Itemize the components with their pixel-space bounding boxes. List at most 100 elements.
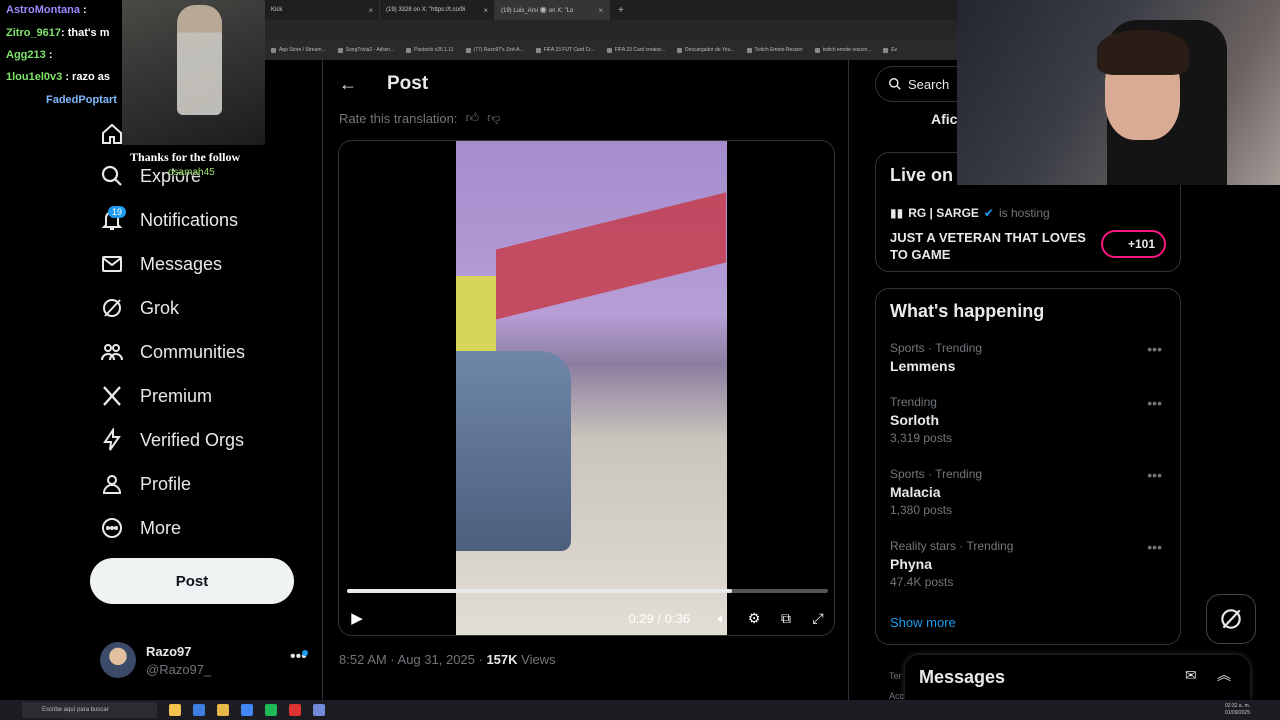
taskbar-spotify-icon[interactable]: [265, 704, 277, 716]
bookmark[interactable]: Pastools v25.1.11: [406, 47, 453, 53]
person-icon: [102, 475, 122, 494]
close-tab-icon[interactable]: ×: [598, 6, 603, 15]
close-tab-icon[interactable]: ×: [368, 6, 373, 15]
search-icon: [101, 165, 122, 186]
messages-drawer[interactable]: Messages ✉ ︽: [905, 655, 1250, 700]
whats-happening-title: What's happening: [890, 301, 1045, 321]
back-arrow-icon[interactable]: ←: [339, 74, 357, 95]
trend-item[interactable]: Sports · Trending Malacia 1,380 posts ••…: [890, 467, 1170, 517]
thumbs-up-icon[interactable]: 👍︎: [466, 110, 480, 126]
fullscreen-icon[interactable]: ⤢: [808, 608, 828, 628]
bookmarks-bar: App Store / Stream... SongTrivia2 - Adiv…: [265, 40, 960, 60]
bookmark[interactable]: (77) Razo97's Zed-A...: [466, 47, 524, 53]
chat-message: FadedPoptart: [46, 94, 117, 106]
nav-messages[interactable]: Messages: [100, 248, 222, 280]
windows-taskbar: Escribe aquí para buscar 02:32 a. m. 01/0…: [0, 700, 1280, 720]
trend-item[interactable]: Sports · Trending Lemmens •••: [890, 341, 1170, 374]
browser-tab-x-3328[interactable]: (19) 3328 on X: "https://t.co/9i ×: [380, 0, 495, 20]
nav-communities[interactable]: Communities: [100, 336, 245, 368]
video-controls: ▶ 0:29 / 0:36 🔈︎ ⚙ ⧉ ⤢: [347, 607, 828, 629]
page-title: Post: [387, 73, 429, 94]
x-logo-icon: [103, 386, 121, 406]
nav-verified-orgs[interactable]: Verified Orgs: [100, 424, 244, 456]
taskbar-clock[interactable]: 02:32 a. m. 01/09/2025: [1225, 703, 1250, 717]
bookmark[interactable]: FIFA 23 FUT Card Cr...: [536, 47, 595, 53]
more-dots-icon[interactable]: •••: [1147, 539, 1162, 555]
bookmark[interactable]: FIFA 23 Card creator...: [607, 47, 665, 53]
post-meta: 8:52 AM · Aug 31, 2025 · 157K Views: [339, 652, 556, 667]
grok-float-button[interactable]: [1206, 594, 1256, 644]
video-progress-bar[interactable]: [347, 589, 828, 593]
mail-icon: [102, 256, 122, 272]
compose-message-icon[interactable]: ✉: [1185, 667, 1197, 684]
video-progress-fill: [347, 589, 732, 593]
taskbar-folder-icon[interactable]: [217, 704, 229, 716]
trend-item[interactable]: Trending Sorloth 3,319 posts •••: [890, 395, 1170, 445]
nav-premium[interactable]: Premium: [100, 380, 212, 412]
video-player[interactable]: ▶ 0:29 / 0:36 🔈︎ ⚙ ⧉ ⤢: [338, 140, 835, 636]
taskbar-discord-icon[interactable]: [313, 704, 325, 716]
account-handle: @Razo97_: [146, 662, 212, 677]
trend-item[interactable]: Reality stars · Trending Phyna 47.4K pos…: [890, 539, 1170, 589]
browser-tab-kick[interactable]: Kick ×: [265, 0, 380, 20]
chat-message: 1lou1el0v3 : razo as: [6, 71, 110, 83]
taskbar-app-icon[interactable]: [169, 704, 181, 716]
bookmark[interactable]: SongTrivia2 - Adivin...: [338, 47, 394, 53]
grok-icon: [1221, 609, 1241, 629]
nav-home[interactable]: [100, 118, 124, 150]
address-bar[interactable]: [265, 20, 960, 40]
avatar: [100, 642, 136, 678]
live-listeners-pill[interactable]: +101: [1101, 230, 1166, 258]
live-description[interactable]: JUST A VETERAN THAT LOVES TO GAME: [890, 229, 1090, 263]
follow-alert: Thanks for the follow: [130, 150, 241, 164]
play-icon[interactable]: ▶: [347, 608, 367, 628]
thumbs-down-icon[interactable]: 👎︎: [487, 110, 500, 126]
bookmark[interactable]: Ez: [883, 47, 897, 53]
taskbar-edge-icon[interactable]: [193, 704, 205, 716]
close-tab-icon[interactable]: ×: [483, 6, 488, 15]
show-more-link[interactable]: Show more: [890, 615, 956, 630]
browser-tab-x-luis[interactable]: (19) Luis_Arsi 🔘 on X: "Lo ×: [495, 0, 610, 20]
chat-message: Agg213 :: [6, 49, 53, 61]
webcam-overlay: [957, 0, 1280, 185]
soundwave-icon: ▮▮: [890, 206, 904, 220]
pip-icon[interactable]: ⧉: [776, 608, 796, 628]
post-button[interactable]: Post: [90, 558, 294, 604]
main-column: ← Post Rate this translation: 👍︎ 👎︎ ▶ 0:…: [322, 60, 849, 700]
more-dots-icon[interactable]: •••: [1147, 467, 1162, 483]
bookmark[interactable]: Descargador de You...: [677, 47, 734, 53]
account-switcher[interactable]: Razo97 @Razo97_ •••: [100, 642, 310, 682]
more-dots-icon[interactable]: •••: [1147, 341, 1162, 357]
live-host[interactable]: ▮▮ RG | SARGE ✔ is hosting: [890, 206, 1050, 220]
unread-dot: [302, 650, 308, 656]
taskbar-chrome-icon[interactable]: [241, 704, 253, 716]
messages-drawer-title: Messages: [919, 667, 1006, 687]
communities-icon: [101, 344, 123, 361]
search-icon: [889, 78, 901, 90]
nav-grok[interactable]: Grok: [100, 292, 179, 324]
verified-badge-icon: ✔: [983, 206, 994, 220]
webcam-overlay-small: [122, 0, 265, 145]
grok-icon: [103, 299, 121, 317]
bookmark[interactable]: App Store / Stream...: [271, 47, 326, 53]
nav-more[interactable]: More: [100, 512, 181, 544]
more-circle-icon: [102, 518, 122, 538]
new-tab-button[interactable]: +: [610, 5, 632, 16]
chevron-up-icon[interactable]: ︽: [1217, 665, 1231, 685]
more-dots-icon[interactable]: •••: [1147, 395, 1162, 411]
browser-tab-bar: Kick × (19) 3328 on X: "https://t.co/9i × …: [265, 0, 960, 20]
notification-count-badge: 19: [108, 206, 127, 218]
rate-translation: Rate this translation: 👍︎ 👎︎: [339, 110, 501, 126]
nav-profile[interactable]: Profile: [100, 468, 191, 500]
chat-message: Zitro_9617: that's m: [6, 27, 110, 39]
taskbar-search-input[interactable]: Escribe aquí para buscar: [22, 702, 157, 718]
settings-gear-icon[interactable]: ⚙: [744, 608, 764, 628]
bookmark[interactable]: Twitch Emote Resizer: [747, 47, 803, 53]
lightning-icon: [103, 428, 121, 451]
video-frame: [456, 141, 727, 635]
volume-icon[interactable]: 🔈︎: [712, 608, 732, 628]
home-icon: [102, 123, 122, 144]
whats-happening-card: What's happening Sports · Trending Lemme…: [875, 288, 1181, 645]
taskbar-app-icon[interactable]: [289, 704, 301, 716]
bookmark[interactable]: twitch emote resizer...: [815, 47, 871, 53]
